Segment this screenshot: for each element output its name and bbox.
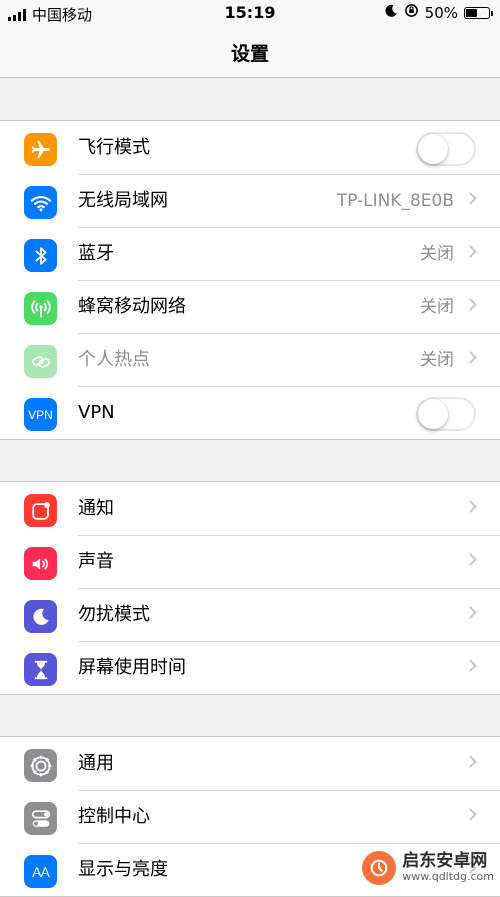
row-label: 控制中心 <box>78 806 150 827</box>
vpn-toggle[interactable] <box>416 397 476 431</box>
chevron-right-icon <box>464 755 477 768</box>
nav-bar: 设置 <box>0 26 500 78</box>
row-label: VPN <box>78 402 115 423</box>
row-vpn[interactable]: VPN VPN <box>0 386 500 439</box>
chevron-right-icon <box>464 606 477 619</box>
chevron-right-icon <box>464 351 477 364</box>
row-bluetooth[interactable]: 蓝牙 关闭 <box>0 227 500 280</box>
settings-group-notifications: 通知 声音 勿扰模式 屏幕使用时间 <box>0 481 500 695</box>
notifications-icon <box>24 494 57 527</box>
row-do-not-disturb[interactable]: 勿扰模式 <box>0 588 500 641</box>
sound-icon <box>24 547 57 580</box>
row-label: 蜂窝移动网络 <box>78 296 186 317</box>
display-brightness-icon: AA <box>24 855 57 888</box>
vpn-icon: VPN <box>24 398 57 431</box>
watermark-text: 启东安卓网 www.qdltdg.com <box>402 851 494 884</box>
gear-icon <box>24 749 57 782</box>
toggle-knob <box>418 134 448 164</box>
battery-percent: 50% <box>424 3 458 22</box>
chevron-right-icon <box>464 553 477 566</box>
watermark-line1: 启东安卓网 <box>402 851 488 872</box>
row-label: 屏幕使用时间 <box>78 657 186 678</box>
row-notifications[interactable]: 通知 <box>0 482 500 535</box>
row-sounds[interactable]: 声音 <box>0 535 500 588</box>
wifi-icon <box>24 186 57 219</box>
control-center-icon <box>24 802 57 835</box>
moon-icon <box>24 600 57 633</box>
row-screen-time[interactable]: 屏幕使用时间 <box>0 641 500 694</box>
vpn-icon-text: VPN <box>28 407 53 422</box>
row-value: 关闭 <box>420 244 454 264</box>
battery-level <box>466 8 477 17</box>
row-label: 飞行模式 <box>78 137 150 158</box>
status-bar: 中国移动 15:19 50% <box>0 0 500 26</box>
orientation-lock-icon <box>404 3 419 22</box>
row-label: 勿扰模式 <box>78 604 150 625</box>
row-label: 无线局域网 <box>78 190 168 211</box>
watermark-logo-icon <box>362 851 397 885</box>
row-label: 声音 <box>78 551 114 572</box>
cellular-icon <box>24 292 57 325</box>
status-right: 50% <box>384 3 493 22</box>
chevron-right-icon <box>464 808 477 821</box>
chevron-right-icon <box>464 659 477 672</box>
hourglass-icon <box>24 653 57 686</box>
row-value: 关闭 <box>420 350 454 370</box>
chevron-right-icon <box>464 500 477 513</box>
page-title: 设置 <box>230 43 269 65</box>
row-label: 通知 <box>78 498 114 519</box>
chevron-right-icon <box>464 192 477 205</box>
toggle-knob <box>418 399 448 429</box>
row-value: 关闭 <box>420 297 454 317</box>
bluetooth-icon <box>24 239 57 272</box>
settings-group-connectivity: 飞行模式 无线局域网 TP-LINK_8E0B 蓝牙 关闭 蜂窝移动网络 关闭 … <box>0 120 500 440</box>
row-wifi[interactable]: 无线局域网 TP-LINK_8E0B <box>0 174 500 227</box>
row-airplane-mode[interactable]: 飞行模式 <box>0 121 500 174</box>
row-value: TP-LINK_8E0B <box>336 191 454 211</box>
row-label: 个人热点 <box>78 349 150 370</box>
battery-icon <box>464 6 493 19</box>
hotspot-icon <box>24 345 57 378</box>
row-cellular[interactable]: 蜂窝移动网络 关闭 <box>0 280 500 333</box>
chevron-right-icon <box>464 245 477 258</box>
moon-icon <box>384 4 398 22</box>
watermark: 启东安卓网 www.qdltdg.com <box>362 851 494 885</box>
airplane-mode-toggle[interactable] <box>416 132 476 166</box>
row-general[interactable]: 通用 <box>0 737 500 790</box>
row-label: 显示与亮度 <box>78 859 168 880</box>
chevron-right-icon <box>464 298 477 311</box>
row-personal-hotspot[interactable]: 个人热点 关闭 <box>0 333 500 386</box>
row-label: 通用 <box>78 753 114 774</box>
row-control-center[interactable]: 控制中心 <box>0 790 500 843</box>
airplane-icon <box>24 133 57 166</box>
display-icon-text: AA <box>32 863 50 880</box>
watermark-line2: www.qdltdg.com <box>402 870 494 884</box>
row-label: 蓝牙 <box>78 243 114 264</box>
